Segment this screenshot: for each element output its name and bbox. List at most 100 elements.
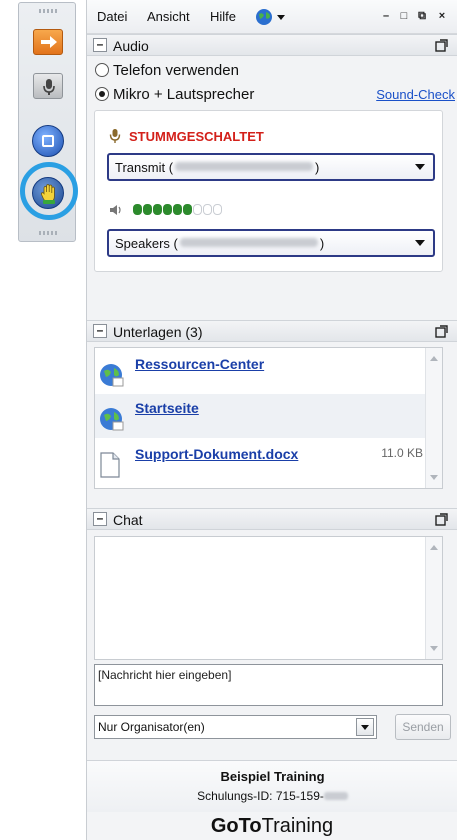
screen-share-button[interactable] — [32, 125, 64, 157]
chevron-down-icon — [415, 164, 425, 170]
handouts-scrollbar[interactable] — [425, 348, 442, 488]
training-name: Beispiel Training — [220, 769, 325, 784]
raise-hand-button[interactable] — [32, 177, 64, 209]
popout-icon[interactable]: ⧉ — [415, 9, 429, 23]
microphone-button[interactable] — [33, 73, 63, 99]
raise-hand-icon — [40, 184, 55, 204]
training-id: Schulungs-ID: 715-159- — [87, 789, 457, 803]
chat-message-input[interactable] — [94, 664, 443, 706]
level-dot — [163, 204, 172, 215]
chat-collapse-button[interactable]: – — [93, 512, 107, 526]
handout-name[interactable]: Ressourcen-Center — [135, 356, 264, 372]
menu-ansicht[interactable]: Ansicht — [147, 9, 190, 24]
chat-section-header: – Chat — [87, 508, 457, 530]
brand-footer: GoToTraining — [87, 812, 457, 840]
restore-icon[interactable]: □ — [397, 9, 411, 23]
screen-share-icon — [42, 135, 54, 147]
scroll-down-icon[interactable] — [430, 646, 438, 651]
document-icon — [100, 452, 120, 478]
speaker-volume-icon — [110, 205, 121, 215]
chat-popout-icon[interactable] — [435, 513, 448, 526]
menu-hilfe[interactable]: Hilfe — [210, 9, 236, 24]
strip-grip-bottom[interactable] — [39, 231, 57, 235]
microphone-icon — [43, 79, 55, 95]
scroll-down-icon[interactable] — [430, 475, 438, 480]
chat-recipient-value: Nur Organisator(en) — [98, 720, 205, 734]
chat-scrollbar[interactable] — [425, 537, 442, 659]
menu-bar: Datei Ansicht Hilfe – □ ⧉ × — [87, 0, 457, 34]
brand-light: Training — [261, 815, 334, 837]
chevron-down-icon — [415, 240, 425, 246]
microphone-muted-icon — [109, 129, 121, 143]
level-dot — [173, 204, 182, 215]
redacted-device-name — [175, 162, 314, 171]
sound-check-link[interactable]: Sound-Check — [376, 87, 455, 102]
handouts-section-header: – Unterlagen (3) — [87, 320, 457, 342]
web-link-icon — [100, 408, 124, 431]
chat-recipient-select[interactable]: Nur Organisator(en) — [94, 715, 377, 739]
training-id-label: Schulungs-ID: 715-159- — [197, 789, 324, 803]
input-level-meter — [109, 203, 223, 217]
language-menu[interactable] — [255, 8, 289, 29]
audio-section-header: – Audio — [87, 34, 457, 56]
handouts-popout-icon[interactable] — [435, 325, 448, 338]
chat-section-title: Chat — [113, 512, 143, 528]
chevron-down-icon[interactable] — [356, 718, 374, 736]
scroll-up-icon[interactable] — [430, 356, 438, 361]
brand-bold: GoTo — [210, 815, 262, 837]
training-info: Beispiel Training Schulungs-ID: 715-159- — [87, 760, 457, 812]
audio-section-title: Audio — [113, 38, 149, 54]
globe-dropdown-icon — [256, 9, 285, 25]
collapse-arrow-icon — [41, 36, 57, 48]
phone-radio[interactable] — [95, 63, 109, 77]
audio-collapse-button[interactable]: – — [93, 38, 107, 52]
handout-name[interactable]: Support-Dokument.docx — [135, 446, 298, 462]
mic-speaker-radio[interactable] — [95, 87, 109, 101]
phone-option[interactable]: Telefon verwenden — [95, 62, 239, 79]
audio-device-box: STUMMGESCHALTET Transmit () Speakers () — [94, 110, 443, 272]
phone-option-label: Telefon verwenden — [113, 62, 239, 79]
level-dot — [133, 204, 142, 215]
send-button[interactable]: Senden — [395, 714, 451, 740]
list-item[interactable]: Support-Dokument.docx 11.0 KB — [95, 440, 427, 484]
minimize-icon[interactable]: – — [379, 9, 393, 23]
mic-speaker-option-label: Mikro + Lautsprecher — [113, 86, 255, 103]
collapse-arrow-button[interactable] — [33, 29, 63, 55]
level-dot — [143, 204, 152, 215]
level-dot — [203, 204, 212, 215]
level-dots — [133, 203, 223, 217]
strip-grip-top[interactable] — [39, 9, 57, 13]
transmit-suffix: ) — [315, 160, 320, 175]
level-dot — [213, 204, 222, 215]
redacted-id-suffix — [323, 792, 348, 800]
gototraining-logo: GoToTraining — [211, 815, 333, 837]
mute-status[interactable]: STUMMGESCHALTET — [109, 128, 264, 144]
chat-log[interactable] — [94, 536, 443, 660]
audio-popout-icon[interactable] — [435, 39, 448, 52]
tool-strip — [18, 2, 78, 242]
level-dot — [193, 204, 202, 215]
handouts-list: Ressourcen-Center Startseite Support-Dok… — [94, 347, 443, 489]
transmit-select-value: Transmit () — [115, 160, 319, 175]
handout-size: 11.0 KB — [381, 446, 423, 460]
web-link-icon — [100, 364, 124, 387]
mic-speaker-option[interactable]: Mikro + Lautsprecher — [95, 86, 254, 103]
scroll-up-icon[interactable] — [430, 545, 438, 550]
speakers-prefix: Speakers ( — [115, 236, 178, 251]
handouts-collapse-button[interactable]: – — [93, 324, 107, 338]
menu-datei[interactable]: Datei — [97, 9, 127, 24]
list-item[interactable]: Ressourcen-Center — [95, 350, 427, 394]
list-item[interactable]: Startseite — [95, 394, 427, 438]
speakers-select-value: Speakers () — [115, 236, 324, 251]
level-dot — [183, 204, 192, 215]
control-panel: Datei Ansicht Hilfe – □ ⧉ × – Audio Tele… — [86, 0, 457, 840]
mute-status-label: STUMMGESCHALTET — [129, 129, 264, 144]
transmit-prefix: Transmit ( — [115, 160, 174, 175]
handout-name[interactable]: Startseite — [135, 400, 199, 416]
speakers-select[interactable]: Speakers () — [107, 229, 435, 257]
level-dot — [153, 204, 162, 215]
transmit-select[interactable]: Transmit () — [107, 153, 435, 181]
close-icon[interactable]: × — [435, 9, 449, 23]
handouts-section-title: Unterlagen (3) — [113, 324, 203, 340]
speakers-suffix: ) — [319, 236, 325, 251]
